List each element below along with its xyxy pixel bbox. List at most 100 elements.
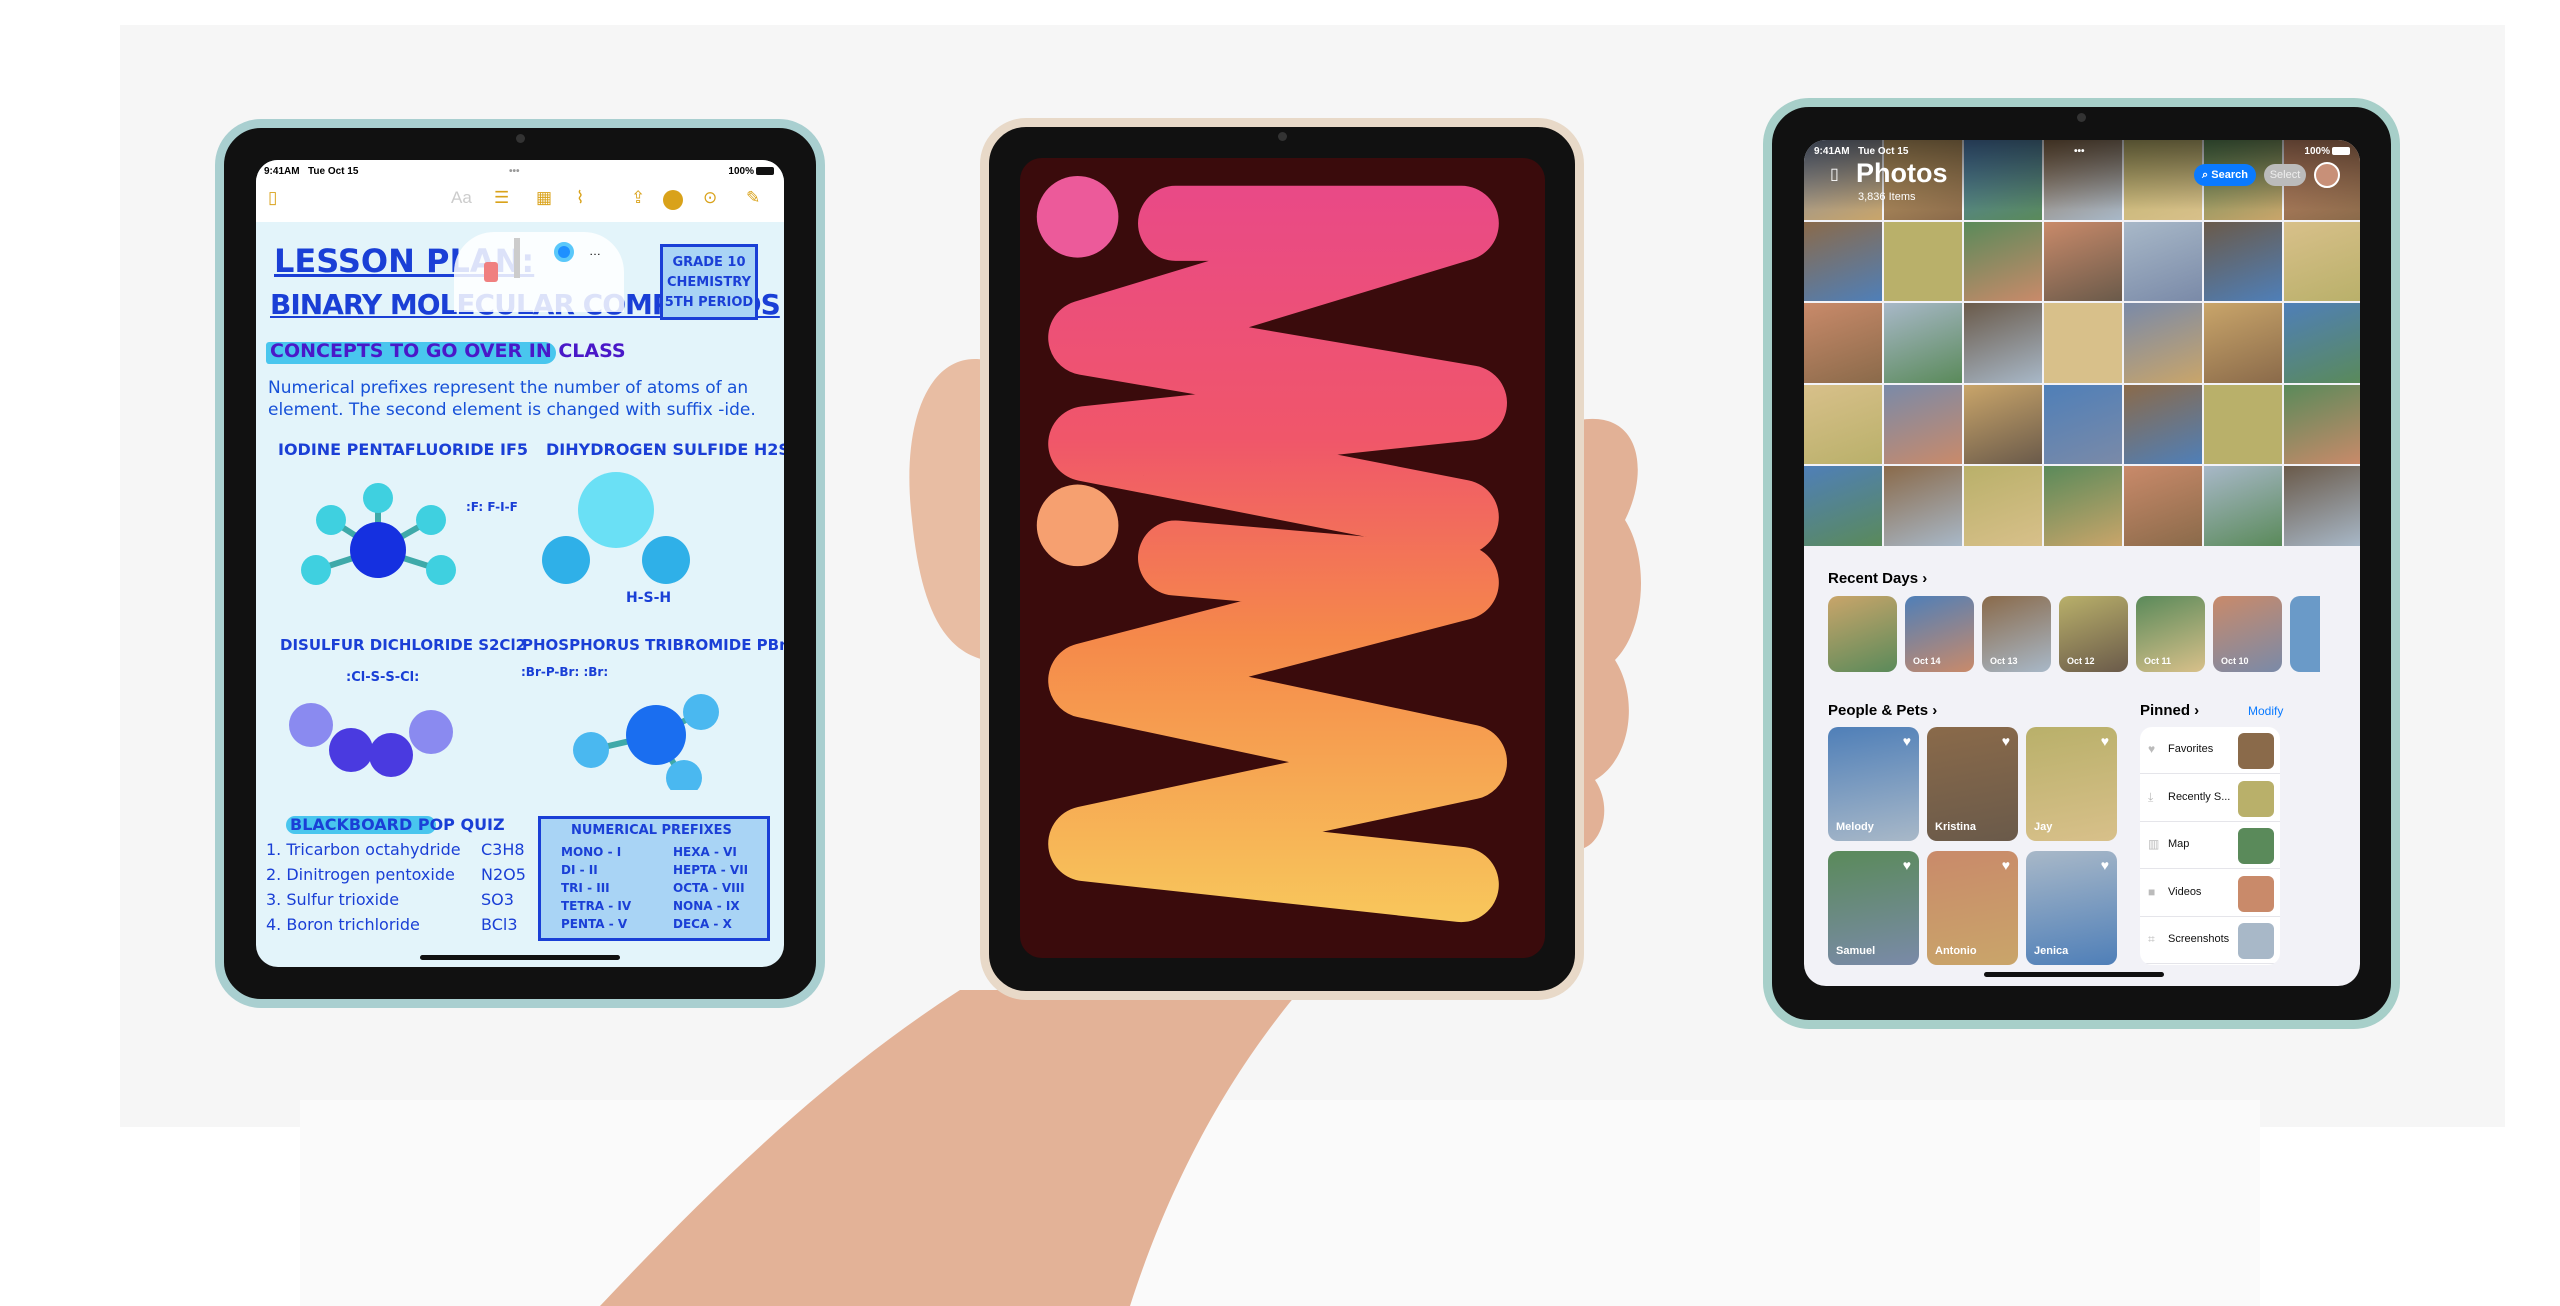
photo-thumbnail[interactable] xyxy=(1884,384,1962,464)
recent-day-card[interactable]: Oct 10 xyxy=(2213,596,2282,672)
multitask-dots[interactable]: ••• xyxy=(509,166,520,177)
photo-thumbnail[interactable] xyxy=(2284,384,2360,464)
recent-day-card[interactable]: Oct 13 xyxy=(1982,596,2051,672)
palette-more-icon[interactable]: … xyxy=(589,244,601,258)
color-picker-icon[interactable] xyxy=(554,242,574,262)
sidebar-icon[interactable]: ▯ xyxy=(268,188,277,208)
photo-thumbnail[interactable] xyxy=(1804,384,1882,464)
photo-thumbnail[interactable] xyxy=(1964,384,2042,464)
format-button[interactable]: Aa xyxy=(451,188,472,208)
photo-thumbnail[interactable] xyxy=(2124,221,2202,301)
pinned-thumbnail xyxy=(2238,733,2274,769)
recent-day-card[interactable] xyxy=(1828,596,1897,672)
photo-thumbnail[interactable] xyxy=(2284,221,2360,301)
home-indicator[interactable] xyxy=(420,955,620,960)
pinned-label: Favorites xyxy=(2168,743,2214,755)
molecule-s2cl2 xyxy=(289,703,453,777)
recent-days-heading[interactable]: Recent Days › xyxy=(1828,570,1927,587)
camera xyxy=(1278,132,1287,141)
heart-icon[interactable]: ♥ xyxy=(2002,857,2010,873)
quiz-answer: N2O5 xyxy=(481,865,526,884)
recent-day-card[interactable] xyxy=(2290,596,2320,672)
compound-label: IODINE PENTAFLUORIDE IF5 xyxy=(278,440,528,459)
person-name: Jay xyxy=(2034,821,2053,833)
wallpaper-art xyxy=(1036,175,1507,923)
photo-thumbnail[interactable] xyxy=(1804,221,1882,301)
status-time: 9:41AM xyxy=(1814,146,1850,157)
photo-thumbnail[interactable] xyxy=(2284,303,2360,383)
prefix-item: TRI - III xyxy=(561,881,610,895)
person-card[interactable]: ♥ Kristina xyxy=(1927,727,2018,841)
photo-thumbnail[interactable] xyxy=(2044,303,2122,383)
pen-icon[interactable] xyxy=(514,238,520,278)
photo-thumbnail[interactable] xyxy=(2124,303,2202,383)
photo-thumbnail[interactable] xyxy=(2044,466,2122,546)
person-card[interactable]: ♥ Samuel xyxy=(1828,851,1919,965)
pinned-thumbnail xyxy=(2238,828,2274,865)
search-button[interactable]: ⌕ Search xyxy=(2194,164,2256,186)
heart-icon[interactable]: ♥ xyxy=(1903,857,1911,873)
photo-thumbnail[interactable] xyxy=(1884,466,1962,546)
photo-thumbnail[interactable] xyxy=(1804,303,1882,383)
more-icon[interactable]: ⊙ xyxy=(703,188,717,208)
recent-day-label: Oct 13 xyxy=(1990,656,2018,666)
photo-thumbnail[interactable] xyxy=(1804,466,1882,546)
quiz-question: 2. Dinitrogen pentoxide xyxy=(266,865,455,884)
pinned-heading[interactable]: Pinned › xyxy=(2140,702,2199,719)
table-icon[interactable]: ▦ xyxy=(536,188,552,208)
checklist-icon[interactable]: ☰ xyxy=(494,188,509,208)
pinned-label: Recently S... xyxy=(2168,790,2231,803)
person-card[interactable]: ♥ Antonio xyxy=(1927,851,2018,965)
photo-thumbnail[interactable] xyxy=(2204,303,2282,383)
photo-thumbnail[interactable] xyxy=(1964,466,2042,546)
heart-icon: ♥ xyxy=(2148,742,2156,756)
sidebar-icon[interactable]: ▯ xyxy=(1830,164,1839,184)
concepts-text: Numerical prefixes represent the number … xyxy=(268,378,749,398)
tool-palette[interactable]: … xyxy=(454,232,624,312)
people-heading[interactable]: People & Pets › xyxy=(1828,702,1937,719)
photo-thumbnail[interactable] xyxy=(1884,221,1962,301)
compose-icon[interactable]: ✎ xyxy=(746,188,760,208)
recent-day-card[interactable]: Oct 11 xyxy=(2136,596,2205,672)
photo-thumbnail[interactable] xyxy=(2044,221,2122,301)
photo-thumbnail[interactable] xyxy=(2204,221,2282,301)
photo-thumbnail[interactable] xyxy=(1964,303,2042,383)
pinned-label: Screenshots xyxy=(2168,933,2230,946)
heart-icon[interactable]: ♥ xyxy=(2101,733,2109,749)
person-name: Antonio xyxy=(1935,945,1977,957)
heart-icon[interactable]: ♥ xyxy=(2002,733,2010,749)
paperclip-icon[interactable]: ⌇ xyxy=(576,188,584,208)
photo-thumbnail[interactable] xyxy=(2124,384,2202,464)
quiz-heading: BLACKBOARD POP QUIZ xyxy=(290,815,505,834)
select-button[interactable]: Select xyxy=(2264,164,2306,186)
pinned-item[interactable]: ♥ Favorites xyxy=(2140,727,2280,774)
pinned-item[interactable]: ⌗ Screenshots xyxy=(2140,917,2280,965)
heart-icon[interactable]: ♥ xyxy=(1903,733,1911,749)
markup-icon[interactable] xyxy=(663,190,683,210)
pinned-item[interactable]: ■ Videos xyxy=(2140,870,2280,917)
avatar[interactable] xyxy=(2314,162,2340,188)
quiz-answer: SO3 xyxy=(481,890,514,909)
recent-day-card[interactable]: Oct 12 xyxy=(2059,596,2128,672)
molecule-drawings xyxy=(289,472,719,790)
photo-thumbnail[interactable] xyxy=(1964,221,2042,301)
photo-thumbnail[interactable] xyxy=(2204,466,2282,546)
home-indicator[interactable] xyxy=(1984,972,2164,977)
modify-button[interactable]: Modify xyxy=(2248,704,2283,718)
person-name: Jenica xyxy=(2034,945,2069,957)
pinned-item[interactable]: ▥ Map xyxy=(2140,822,2280,870)
person-card[interactable]: ♥ Jay xyxy=(2026,727,2117,841)
photo-thumbnail[interactable] xyxy=(2044,384,2122,464)
photo-thumbnail[interactable] xyxy=(2284,466,2360,546)
photo-thumbnail[interactable] xyxy=(2124,466,2202,546)
photo-thumbnail[interactable] xyxy=(1884,303,1962,383)
eraser-icon[interactable] xyxy=(484,262,498,282)
person-card[interactable]: ♥ Melody xyxy=(1828,727,1919,841)
share-icon[interactable]: ⇪ xyxy=(631,188,645,208)
multitask-dots[interactable]: ••• xyxy=(2074,146,2085,157)
photo-thumbnail[interactable] xyxy=(2204,384,2282,464)
person-card[interactable]: ♥ Jenica xyxy=(2026,851,2117,965)
recent-day-card[interactable]: Oct 14 xyxy=(1905,596,1974,672)
pinned-item[interactable]: ⤓ Recently S... xyxy=(2140,775,2280,822)
heart-icon[interactable]: ♥ xyxy=(2101,857,2109,873)
